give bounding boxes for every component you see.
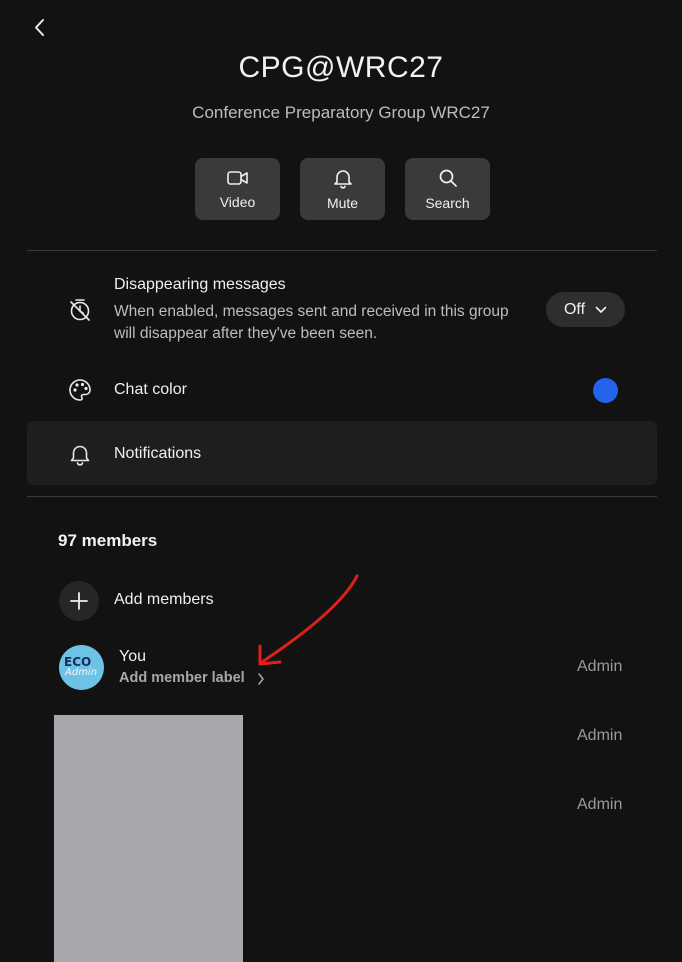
add-members-button[interactable] — [59, 581, 99, 621]
dropdown-value: Off — [563, 300, 586, 318]
add-member-label-link[interactable]: Add member label — [119, 670, 245, 686]
divider — [27, 496, 657, 497]
video-button-label: Video — [219, 194, 256, 210]
avatar[interactable]: ECO Admin — [59, 645, 104, 690]
timer-off-icon — [70, 299, 90, 321]
disappearing-messages-dropdown[interactable]: Off — [546, 292, 625, 327]
palette-icon — [69, 379, 91, 401]
disappearing-messages-title: Disappearing messages — [114, 276, 286, 293]
chevron-down-icon — [595, 306, 607, 313]
chevron-right-icon — [258, 673, 264, 685]
search-button-label: Search — [425, 195, 470, 211]
member-role: Admin — [577, 796, 623, 813]
add-members-label[interactable]: Add members — [114, 591, 214, 609]
plus-icon — [70, 592, 88, 610]
member-name: You — [119, 648, 146, 665]
mute-button[interactable]: Mute — [300, 158, 385, 220]
video-camera-icon — [226, 171, 248, 185]
back-button[interactable] — [28, 14, 52, 42]
redaction-block — [54, 715, 243, 962]
avatar-subtext: Admin — [65, 667, 98, 678]
mute-button-label: Mute — [326, 195, 359, 211]
chat-color-swatch[interactable] — [593, 378, 618, 403]
member-role: Admin — [577, 658, 623, 675]
divider — [27, 250, 657, 251]
disappearing-messages-description: When enabled, messages sent and received… — [114, 303, 509, 342]
members-count: 97 members — [58, 531, 158, 550]
video-button[interactable]: Video — [195, 158, 280, 220]
chat-color-title: Chat color — [114, 381, 187, 398]
chevron-left-icon — [35, 19, 44, 36]
bell-icon — [70, 445, 90, 466]
group-subtitle: Conference Preparatory Group WRC27 — [192, 103, 490, 122]
member-role: Admin — [577, 727, 623, 744]
annotation-arrow — [258, 574, 359, 666]
notifications-title: Notifications — [114, 445, 202, 462]
group-title: CPG@WRC27 — [238, 51, 444, 84]
bell-icon — [333, 170, 352, 189]
search-icon — [439, 169, 457, 187]
search-button[interactable]: Search — [405, 158, 490, 220]
